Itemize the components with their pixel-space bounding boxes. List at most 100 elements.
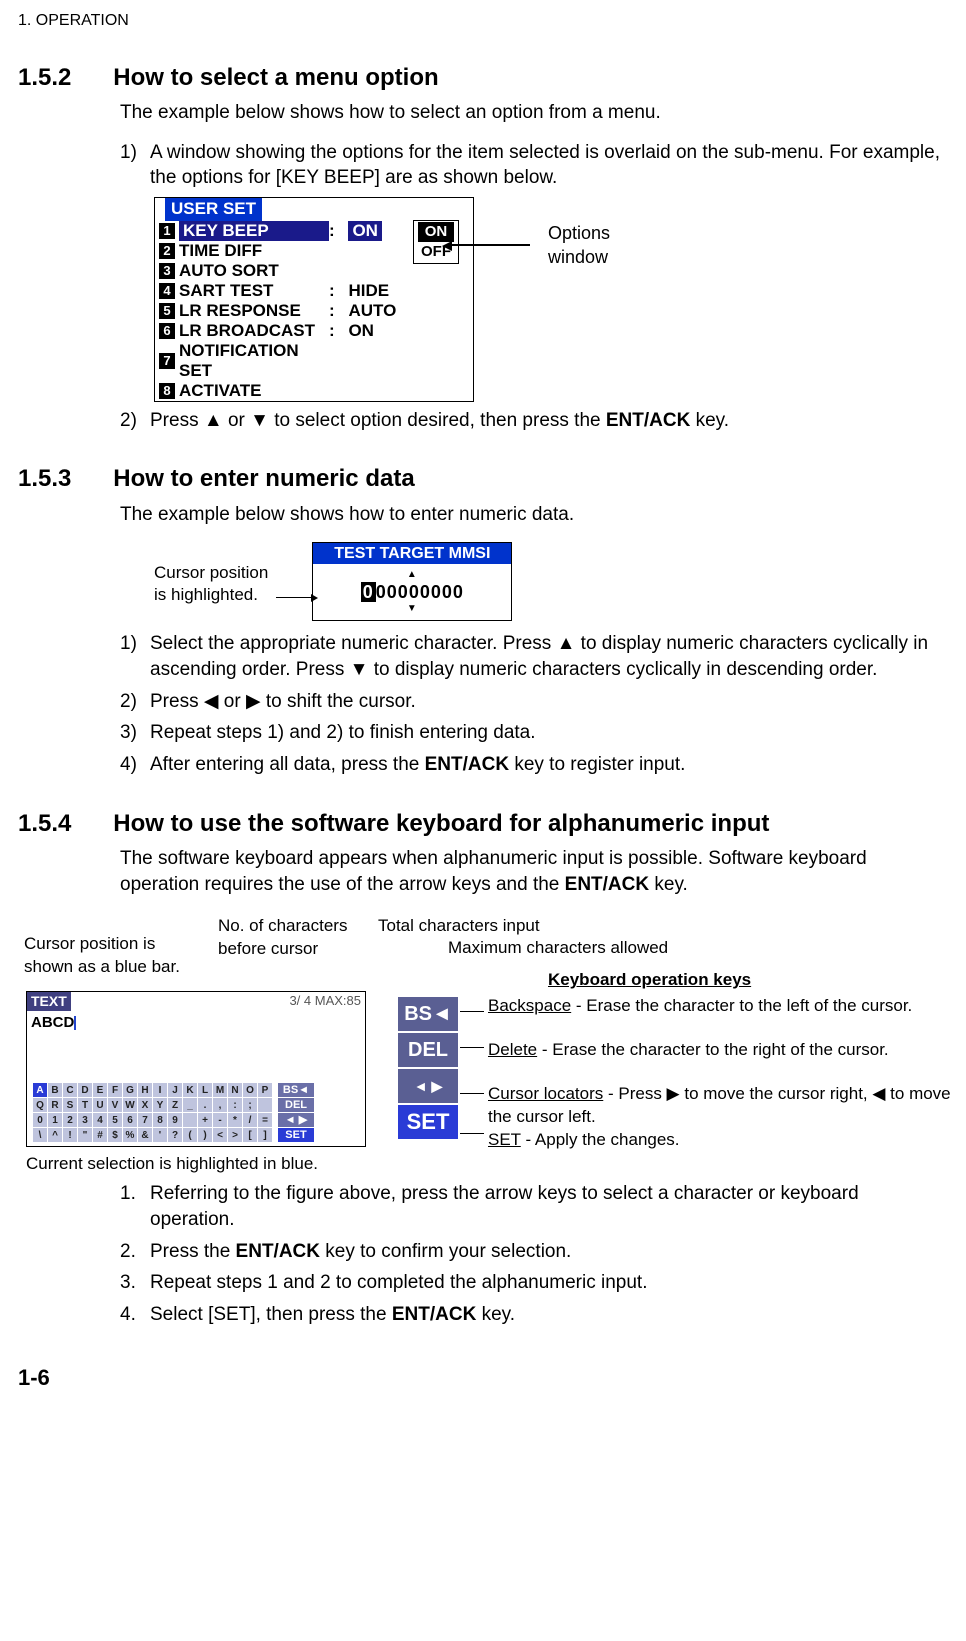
list-marker: 1): [120, 631, 150, 682]
down-triangle-icon: ▼: [313, 604, 511, 614]
menu-title: USER SET: [165, 198, 262, 221]
intro-text: The example below shows how to select an…: [120, 100, 948, 126]
kb-char-cell: ^: [48, 1128, 62, 1142]
kb-char-cell: 5: [108, 1113, 122, 1127]
menu-colon: :: [329, 281, 339, 301]
annot-backspace: Backspace - Erase the character to the l…: [488, 995, 958, 1018]
kb-char-cell: I: [153, 1083, 167, 1097]
kb-char-cell: L: [198, 1083, 212, 1097]
sec-num: 1.5.4: [18, 808, 108, 840]
big-bs-key: BS◄: [398, 997, 458, 1031]
annot-delete: Delete - Erase the character to the righ…: [488, 1039, 958, 1062]
big-set-key: SET: [398, 1105, 458, 1139]
menu-colon: :: [329, 301, 339, 321]
kb-char-cell: [: [243, 1128, 257, 1142]
kb-set-key: SET: [278, 1128, 314, 1142]
kb-ctrl-keys: BS◄ DEL ◄ ▶ SET: [278, 1083, 314, 1142]
kb-char-cell: %: [123, 1128, 137, 1142]
kb-char-cell: R: [48, 1098, 62, 1112]
list-marker: 1.: [120, 1181, 150, 1232]
list-marker: 1): [120, 140, 150, 191]
keyboard-screen: TEXT 3/ 4 MAX:85 ABCD ABCDEFGHIJKLMNOPQR…: [26, 991, 366, 1147]
menu-row-label: KEY BEEP: [179, 221, 329, 241]
kb-char-cell: ,: [213, 1098, 227, 1112]
kb-char-cell: B: [48, 1083, 62, 1097]
callout-line: [276, 597, 312, 598]
menu-row-label: TIME DIFF: [179, 241, 329, 261]
kb-big-keys: BS◄ DEL ◄ ▶ SET: [398, 997, 458, 1139]
user-set-menu: USER SET 1KEY BEEP: ON2TIME DIFF3AUTO SO…: [154, 197, 474, 402]
kb-del-key: DEL: [278, 1098, 314, 1112]
kb-char-cell: ?: [168, 1128, 182, 1142]
list-marker: 2.: [120, 1239, 150, 1265]
intro-text: The example below shows how to enter num…: [120, 502, 948, 528]
menu-row-num: 2: [159, 243, 175, 259]
menu-row-value: ON: [348, 321, 374, 341]
kb-char-cell: O: [243, 1083, 257, 1097]
kb-char-cell: (: [183, 1128, 197, 1142]
kb-char-cell: .: [198, 1098, 212, 1112]
kb-char-cell: >: [228, 1128, 242, 1142]
cursor-digit: 0: [361, 582, 376, 602]
list-text: Press ◀ or ▶ to shift the cursor.: [150, 689, 948, 715]
kb-char-cell: E: [93, 1083, 107, 1097]
menu-row-num: 3: [159, 263, 175, 279]
kb-char-cell: W: [123, 1098, 137, 1112]
kb-char-cell: 6: [123, 1113, 137, 1127]
kb-char-cell: !: [63, 1128, 77, 1142]
kb-char-cell: :: [228, 1098, 242, 1112]
menu-row-num: 5: [159, 303, 175, 319]
kb-char-grid: ABCDEFGHIJKLMNOPQRSTUVWXYZ_.,:; 01234567…: [33, 1083, 272, 1142]
list-text: Select the appropriate numeric character…: [150, 631, 948, 682]
menu-row: 6LR BROADCAST: ON: [155, 321, 473, 341]
kb-char-cell: S: [63, 1098, 77, 1112]
list-text: After entering all data, press the ENT/A…: [150, 752, 948, 778]
kb-char-cell: ): [198, 1128, 212, 1142]
kb-char-cell: &: [138, 1128, 152, 1142]
kb-char-cell: /: [243, 1113, 257, 1127]
kb-bs-key: BS◄: [278, 1083, 314, 1097]
menu-colon: :: [329, 321, 339, 341]
kb-char-cell: P: [258, 1083, 272, 1097]
list-marker: 2): [120, 689, 150, 715]
up-triangle-icon: ▲: [313, 570, 511, 580]
callout-text: Options: [548, 221, 610, 245]
menu-row-label: AUTO SORT: [179, 261, 329, 281]
kb-char-cell: -: [213, 1113, 227, 1127]
list-marker: 3): [120, 720, 150, 746]
kb-char-cell: _: [183, 1098, 197, 1112]
kb-char-cell: 4: [93, 1113, 107, 1127]
kb-char-cell: ": [78, 1128, 92, 1142]
kb-info: 3/ 4 MAX:85: [285, 992, 365, 1011]
list-marker: 2): [120, 408, 150, 434]
annot-cursor-locators: Cursor locators - Press ▶ to move the cu…: [488, 1083, 958, 1129]
big-loc-key: ◄ ▶: [398, 1069, 458, 1103]
kb-char-cell: Q: [33, 1098, 47, 1112]
menu-row-num: 8: [159, 383, 175, 399]
list-marker: 3.: [120, 1270, 150, 1296]
kb-char-cell: T: [78, 1098, 92, 1112]
menu-row-num: 6: [159, 323, 175, 339]
kb-char-cell: D: [78, 1083, 92, 1097]
section-1-5-4-heading: 1.5.4 How to use the software keyboard f…: [18, 808, 948, 840]
menu-row: 4SART TEST: HIDE: [155, 281, 473, 301]
cursor-bar: [74, 1016, 76, 1030]
kb-char-cell: 9: [168, 1113, 182, 1127]
menu-row-label: ACTIVATE: [179, 381, 329, 401]
kb-char-cell: V: [108, 1098, 122, 1112]
list-marker: 4.: [120, 1302, 150, 1328]
sec-title: How to select a menu option: [113, 64, 438, 91]
list-text: Press ▲ or ▼ to select option desired, t…: [150, 408, 948, 434]
keyboard-figure: Cursor position is shown as a blue bar. …: [18, 915, 948, 1175]
menu-row-num: 4: [159, 283, 175, 299]
menu-row-label: NOTIFICATION SET: [179, 341, 329, 381]
menu-row-num: 7: [159, 353, 175, 369]
kb-char-cell: \: [33, 1128, 47, 1142]
annot-current-selection: Current selection is highlighted in blue…: [26, 1153, 318, 1176]
sec-num: 1.5.2: [18, 62, 108, 94]
kb-char-cell: N: [228, 1083, 242, 1097]
page-number: 1-6: [18, 1363, 948, 1393]
sec-title: How to enter numeric data: [113, 465, 414, 492]
kb-char-cell: M: [213, 1083, 227, 1097]
callout-text: window: [548, 245, 610, 269]
